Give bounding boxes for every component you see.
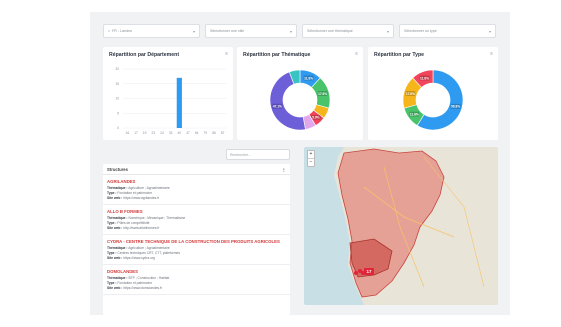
bar: [176, 77, 182, 128]
type-label: Type :: [107, 221, 117, 225]
structure-name[interactable]: ALLO B FORMES: [107, 209, 286, 214]
type-filter-placeholder: Sélectionner un type: [404, 29, 437, 33]
type-label: Type :: [107, 281, 117, 285]
chevron-down-icon: ▾: [488, 28, 491, 34]
x-tick-label: 40: [178, 131, 182, 135]
x-tick-label: 24: [160, 131, 164, 135]
theme-label: Thématique :: [107, 186, 128, 190]
web-line: Site web : https://www.domolandes.fr: [107, 286, 286, 291]
chevron-down-icon: ▾: [192, 28, 195, 34]
search-input[interactable]: Rechercher...: [226, 149, 290, 160]
theme-filter-placeholder: Sélectionner une thématique: [307, 29, 353, 33]
type-label: Type :: [107, 191, 117, 195]
data-label: 58.8%: [451, 105, 460, 109]
web-line: Site web : https://www.agrilandes.fr: [107, 196, 286, 201]
web-line: Site web : http://www.allobformes.fr: [107, 226, 286, 231]
web-label: Site web :: [107, 226, 123, 230]
type-value: Pôles de compétitivité: [117, 221, 150, 225]
web-link[interactable]: https://www.agrilandes.fr: [123, 196, 159, 200]
y-tick-label: 15: [115, 82, 119, 86]
zoom-in-button[interactable]: +: [308, 151, 314, 159]
x-tick-label: 64: [195, 131, 199, 135]
data-label: 17.6%: [318, 92, 327, 96]
structure-list: Structures ⋮ AGRILANDES Thématique : Agri…: [103, 164, 290, 315]
web-link[interactable]: http://www.allobformes.fr: [123, 226, 159, 230]
theme-filter[interactable]: Sélectionner une thématique ▾: [302, 24, 394, 38]
data-label: 11.8%: [420, 76, 429, 80]
marker-cluster-count: 17: [366, 269, 372, 274]
type-filter[interactable]: Sélectionner un type ▾: [399, 24, 496, 38]
map[interactable]: 17 + −: [304, 147, 498, 305]
theme-value: Numérique ; Mécanique ; Thermalisme: [128, 216, 186, 220]
map-canvas[interactable]: 17: [304, 147, 498, 305]
bar-chart: 0 5 10 15 20 16 17 19 23 24 33 40 47 64 79 86 87: [115, 67, 227, 135]
y-tick-label: 5: [117, 111, 119, 115]
web-label: Site web :: [107, 286, 123, 290]
type-value: Centres techniques CRT, CTT, plateformes: [117, 251, 180, 255]
type-chart-card: Répartition par Type ≡ 58.8% 11.8% 17.6% 11…: [368, 47, 498, 140]
theme-value: BTP ; Construction ; Habitat: [128, 276, 170, 280]
type-value: Fondation et patrimoine: [117, 191, 153, 195]
list-title: Structures: [107, 166, 128, 172]
theme-donut-chart: 11.8% 17.6% 5.9% 47.1%: [269, 69, 331, 131]
structure-name[interactable]: CYDRA - CENTRE TECHNIQUE DE LA CONSTRUCT…: [107, 239, 286, 244]
data-label: 5.9%: [312, 116, 319, 120]
x-tick-label: 16: [126, 131, 130, 135]
structure-name[interactable]: AGRILANDES: [107, 179, 286, 184]
list-item[interactable]: DOMOLANDES Thématique : BTP ; Constructio…: [103, 265, 290, 295]
clear-icon[interactable]: ×: [108, 29, 110, 33]
structure-name[interactable]: DOMOLANDES: [107, 269, 286, 274]
theme-value: Agriculture ; Agroalimentaire: [128, 246, 170, 250]
marker[interactable]: [354, 271, 358, 275]
more-icon[interactable]: ⋮: [282, 167, 286, 172]
data-label: 47.1%: [273, 105, 282, 109]
theme-label: Thématique :: [107, 276, 128, 280]
theme-label: Thématique :: [107, 216, 128, 220]
y-tick-label: 0: [117, 126, 119, 130]
entries-container: AGRILANDES Thématique : Agriculture ; Agr…: [103, 175, 290, 295]
dashboard: × FR - Landes ▾ Sélectionner une ville ▾ …: [90, 12, 510, 315]
x-tick-label: 23: [152, 131, 156, 135]
type-donut-chart: 58.8% 11.8% 17.6% 11.8%: [402, 69, 464, 131]
department-chart-card: Répartition par Département ≡ 0 5 10 15 20 16…: [103, 47, 233, 140]
city-filter[interactable]: Sélectionner une ville ▾: [205, 24, 297, 38]
web-label: Site web :: [107, 256, 123, 260]
type-label: Type :: [107, 251, 117, 255]
zoom-out-button[interactable]: −: [308, 159, 314, 166]
x-tick-label: 17: [134, 131, 138, 135]
city-filter-placeholder: Sélectionner une ville: [210, 29, 245, 33]
data-label: 11.8%: [410, 112, 419, 116]
zoom-control: + −: [307, 150, 315, 167]
type-value: Fondation et patrimoine: [117, 281, 153, 285]
x-tick-label: 33: [169, 131, 173, 135]
screenshot-frame: × FR - Landes ▾ Sélectionner une ville ▾ …: [0, 0, 561, 327]
search-placeholder: Rechercher...: [230, 152, 251, 157]
web-label: Site web :: [107, 196, 123, 200]
x-tick-label: 87: [221, 131, 225, 135]
x-tick-label: 47: [186, 131, 190, 135]
department-filter-value: FR - Landes: [112, 29, 132, 33]
list-item[interactable]: AGRILANDES Thématique : Agriculture ; Agr…: [103, 175, 290, 205]
y-tick-label: 10: [115, 97, 119, 101]
x-tick-label: 86: [212, 131, 216, 135]
department-filter[interactable]: × FR - Landes ▾: [103, 24, 200, 38]
theme-label: Thématique :: [107, 246, 128, 250]
x-tick-label: 19: [143, 131, 147, 135]
web-link[interactable]: https://www.domolandes.fr: [123, 286, 162, 290]
list-item[interactable]: CYDRA - CENTRE TECHNIQUE DE LA CONSTRUCT…: [103, 235, 290, 265]
theme-chart-card: Répartition par Thématique ≡ 11.8% 17.6% 5…: [237, 47, 363, 140]
web-link[interactable]: https://www.cydra.org: [123, 256, 155, 260]
x-tick-label: 79: [204, 131, 208, 135]
data-label: 17.6%: [406, 92, 415, 96]
list-header: Structures ⋮: [103, 164, 290, 175]
list-item[interactable]: ALLO B FORMES Thématique : Numérique ; Mé…: [103, 205, 290, 235]
chevron-down-icon: ▾: [386, 28, 389, 34]
web-line: Site web : https://www.cydra.org: [107, 256, 286, 261]
y-tick-label: 20: [115, 67, 119, 71]
theme-value: Agriculture ; Agroalimentaire: [128, 186, 170, 190]
chevron-down-icon: ▾: [289, 28, 292, 34]
data-label: 11.8%: [304, 76, 313, 80]
